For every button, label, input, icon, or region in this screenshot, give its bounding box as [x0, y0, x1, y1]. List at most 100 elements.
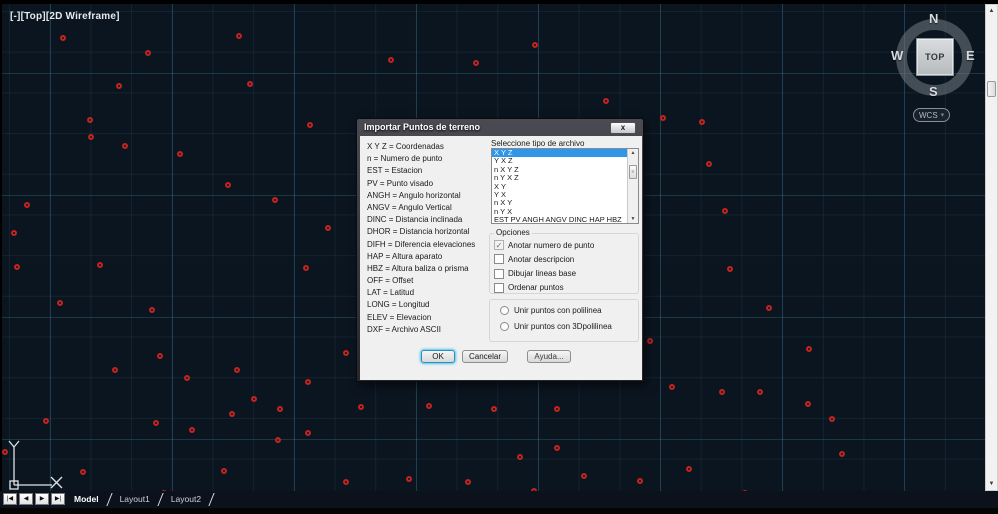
drawing-point	[388, 57, 394, 63]
listbox-scrollbar-thumb[interactable]: ≡	[629, 165, 637, 179]
previous-tab-button[interactable]: ◀	[19, 493, 33, 505]
scroll-down-icon[interactable]: ▼	[986, 478, 997, 490]
scroll-up-icon[interactable]: ▲	[986, 5, 997, 17]
first-tab-button[interactable]: |◀	[3, 493, 17, 505]
file-type-label: Seleccione tipo de archivo	[491, 139, 584, 148]
listbox-scrollbar[interactable]: ▲ ≡ ▼	[627, 149, 638, 223]
file-type-listbox[interactable]: X Y ZY X Zn X Y Zn Y X ZX YY Xn X Yn Y X…	[491, 148, 639, 224]
last-tab-button[interactable]: ▶|	[51, 493, 65, 505]
viewcube-north[interactable]: N	[929, 11, 938, 26]
file-type-option[interactable]: X Y	[492, 183, 638, 191]
tab-model[interactable]: Model	[64, 491, 109, 508]
scroll-down-icon[interactable]: ▼	[628, 216, 638, 222]
checkbox[interactable]	[494, 283, 504, 293]
checkbox[interactable]	[494, 269, 504, 279]
drawing-point	[722, 208, 728, 214]
viewcube-west[interactable]: W	[891, 48, 903, 63]
checkbox-row[interactable]: ✓Anotar numero de punto	[494, 240, 594, 250]
file-type-option[interactable]: X Y Z	[492, 149, 638, 157]
viewcube-top-face[interactable]: TOP	[916, 38, 954, 76]
radio-row[interactable]: Unir puntos con 3Dpolilinea	[500, 322, 612, 331]
application-window: [-][Top][2D Wireframe] N S W E TOP WCS ▾…	[0, 0, 998, 514]
file-type-option[interactable]: n Y X Z	[492, 174, 638, 182]
join-points-groupbox: Unir puntos con polilinea Unir puntos con…	[489, 299, 639, 342]
wcs-label: WCS	[919, 111, 938, 120]
file-type-option[interactable]: n X Y	[492, 199, 638, 207]
drawing-point	[305, 379, 311, 385]
drawing-point	[532, 42, 538, 48]
abbreviation-label: DXF = Archivo ASCII	[367, 324, 475, 336]
drawing-point	[727, 266, 733, 272]
drawing-point	[87, 117, 93, 123]
drawing-point	[517, 454, 523, 460]
drawing-point	[660, 115, 666, 121]
vertical-scrollbar[interactable]: ▲ ▼	[985, 4, 998, 491]
viewcube-south[interactable]: S	[929, 84, 938, 99]
tab-navigation: |◀ ◀ ▶ ▶|	[3, 493, 65, 505]
checkbox[interactable]: ✓	[494, 240, 504, 250]
drawing-point	[225, 182, 231, 188]
viewcube-east[interactable]: E	[966, 48, 975, 63]
abbreviation-label: PV = Punto visado	[367, 178, 475, 190]
options-groupbox: ✓Anotar numero de punto Anotar descripcio…	[489, 233, 639, 294]
drawing-point	[251, 396, 257, 402]
drawing-point	[686, 466, 692, 472]
tab-layout1[interactable]: Layout1	[110, 491, 160, 508]
layout-tab-bar: |◀ ◀ ▶ ▶| ModelLayout1Layout2 ◀ ▶	[0, 491, 998, 508]
cancel-button[interactable]: Cancelar	[462, 350, 508, 363]
drawing-point	[839, 451, 845, 457]
checkbox-label: Dibujar lineas base	[508, 269, 576, 278]
drawing-point	[184, 375, 190, 381]
checkbox-row[interactable]: Dibujar lineas base	[494, 269, 576, 279]
next-tab-button[interactable]: ▶	[35, 493, 49, 505]
scroll-up-icon[interactable]: ▲	[628, 150, 638, 156]
drawing-point	[603, 98, 609, 104]
close-button[interactable]: x	[610, 122, 636, 134]
ucs-icon	[4, 440, 68, 494]
help-button[interactable]: Ayuda...	[527, 350, 571, 363]
drawing-point	[829, 416, 835, 422]
drawing-point	[343, 350, 349, 356]
import-points-dialog: Importar Puntos de terreno x X Y Z = Coo…	[356, 118, 644, 382]
vertical-scrollbar-thumb[interactable]	[987, 81, 996, 97]
abbreviation-label: X Y Z = Coordenadas	[367, 141, 475, 153]
checkbox[interactable]	[494, 254, 504, 264]
abbreviation-list: X Y Z = Coordenadasn = Numero de puntoES…	[367, 141, 475, 336]
abbreviation-label: DINC = Distancia inclinada	[367, 214, 475, 226]
drawing-point	[122, 143, 128, 149]
file-type-option[interactable]: EST PV ANGH ANGV DINC HAP HBZ	[492, 216, 638, 224]
abbreviation-label: DIFH = Diferencia elevaciones	[367, 239, 475, 251]
drawing-point	[554, 406, 560, 412]
dialog-title-bar[interactable]: Importar Puntos de terreno	[360, 119, 640, 136]
radio-button[interactable]	[500, 322, 509, 331]
viewport-controls[interactable]: [-][Top][2D Wireframe]	[10, 11, 120, 22]
drawing-point	[757, 389, 763, 395]
abbreviation-label: EST = Estacion	[367, 165, 475, 177]
abbreviation-label: LONG = Longitud	[367, 299, 475, 311]
tab-layout2[interactable]: Layout2	[161, 491, 211, 508]
drawing-point	[43, 418, 49, 424]
drawing-point	[277, 406, 283, 412]
abbreviation-label: ELEV = Elevacion	[367, 312, 475, 324]
checkbox-row[interactable]: Ordenar puntos	[494, 283, 564, 293]
drawing-point	[234, 367, 240, 373]
radio-row[interactable]: Unir puntos con polilinea	[500, 306, 602, 315]
drawing-point	[805, 401, 811, 407]
radio-label: Unir puntos con polilinea	[514, 306, 602, 315]
drawing-point	[554, 445, 560, 451]
radio-button[interactable]	[500, 306, 509, 315]
checkbox-row[interactable]: Anotar descripcion	[494, 254, 574, 264]
drawing-point	[706, 161, 712, 167]
wcs-button[interactable]: WCS ▾	[913, 108, 950, 122]
drawing-point	[669, 384, 675, 390]
drawing-point	[343, 479, 349, 485]
abbreviation-label: ANGV = Angulo Vertical	[367, 202, 475, 214]
drawing-point	[358, 404, 364, 410]
drawing-point	[719, 389, 725, 395]
ok-button[interactable]: OK	[421, 350, 455, 363]
drawing-point	[149, 307, 155, 313]
drawing-point	[303, 265, 309, 271]
file-type-option[interactable]: Y X	[492, 191, 638, 199]
abbreviation-label: HBZ = Altura baliza o prisma	[367, 263, 475, 275]
drawing-point	[236, 33, 242, 39]
